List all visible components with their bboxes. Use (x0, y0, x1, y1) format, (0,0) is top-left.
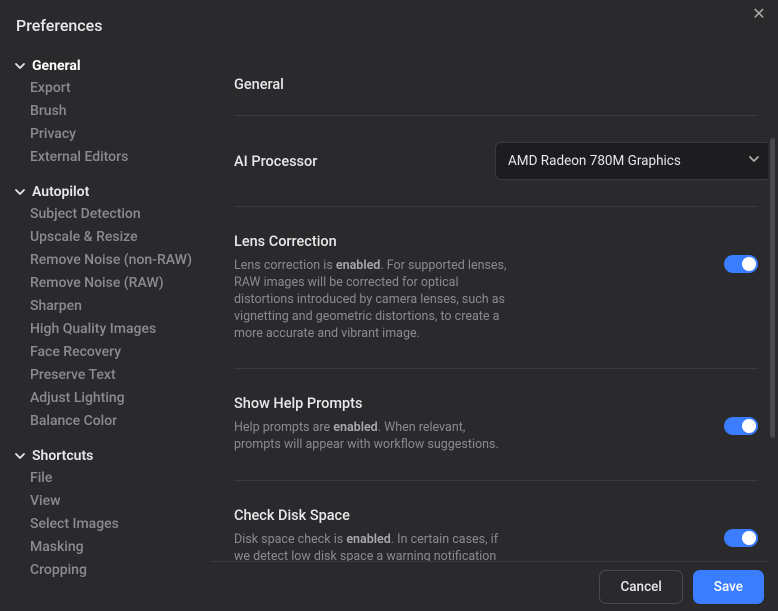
sidebar-group-shortcuts[interactable]: Shortcuts (14, 444, 210, 466)
row-show-help: Show Help Prompts Help prompts are enabl… (210, 369, 762, 480)
sidebar-item-remove-noise-raw[interactable]: Remove Noise (RAW) (30, 271, 210, 294)
chevron-down-icon (748, 153, 760, 169)
check-disk-toggle[interactable] (724, 529, 758, 547)
sidebar-item-high-quality-images[interactable]: High Quality Images (30, 317, 210, 340)
sidebar-item-balance-color[interactable]: Balance Color (30, 409, 210, 432)
sidebar-item-subject-detection[interactable]: Subject Detection (30, 202, 210, 225)
sidebar-group-label: General (32, 58, 81, 74)
show-help-label: Show Help Prompts (234, 395, 702, 412)
lens-correction-toggle[interactable] (724, 255, 758, 273)
sidebar: General Export Brush Privacy External Ed… (0, 54, 210, 611)
sidebar-item-privacy[interactable]: Privacy (30, 122, 210, 145)
sidebar-item-external-editors[interactable]: External Editors (30, 145, 210, 168)
page-title: General (210, 54, 762, 115)
ai-processor-value: AMD Radeon 780M Graphics (508, 153, 681, 169)
chevron-down-icon (14, 60, 26, 72)
scrollbar-thumb[interactable] (770, 138, 775, 438)
lens-correction-desc: Lens correction is enabled. For supporte… (234, 258, 514, 342)
show-help-desc: Help prompts are enabled. When relevant,… (234, 420, 514, 454)
sidebar-group-autopilot[interactable]: Autopilot (14, 180, 210, 202)
sidebar-item-select-images[interactable]: Select Images (30, 512, 210, 535)
sidebar-item-remove-noise-nonraw[interactable]: Remove Noise (non-RAW) (30, 248, 210, 271)
check-disk-label: Check Disk Space (234, 507, 702, 524)
row-ai-processor: AI Processor AMD Radeon 780M Graphics (210, 116, 762, 206)
sidebar-item-file[interactable]: File (30, 466, 210, 489)
sidebar-group-label: Autopilot (32, 184, 89, 200)
row-lens-correction: Lens Correction Lens correction is enabl… (210, 207, 762, 368)
scrollbar-track (769, 58, 775, 557)
ai-processor-select[interactable]: AMD Radeon 780M Graphics (495, 142, 768, 180)
row-check-disk: Check Disk Space Disk space check is ena… (210, 481, 762, 561)
cancel-button[interactable]: Cancel (599, 570, 682, 604)
window-title: Preferences (16, 16, 102, 35)
close-icon[interactable]: ✕ (750, 6, 768, 24)
ai-processor-label: AI Processor (234, 153, 479, 170)
sidebar-item-view[interactable]: View (30, 489, 210, 512)
main-panel: General AI Processor AMD Radeon 780M Gra… (210, 54, 768, 561)
save-button[interactable]: Save (693, 570, 764, 604)
show-help-toggle[interactable] (724, 417, 758, 435)
sidebar-item-sharpen[interactable]: Sharpen (30, 294, 210, 317)
sidebar-item-export[interactable]: Export (30, 76, 210, 99)
sidebar-item-adjust-lighting[interactable]: Adjust Lighting (30, 386, 210, 409)
sidebar-item-face-recovery[interactable]: Face Recovery (30, 340, 210, 363)
main-scroll[interactable]: General AI Processor AMD Radeon 780M Gra… (210, 54, 768, 561)
sidebar-item-brush[interactable]: Brush (30, 99, 210, 122)
sidebar-item-masking[interactable]: Masking (30, 535, 210, 558)
sidebar-group-general[interactable]: General (14, 54, 210, 76)
lens-correction-label: Lens Correction (234, 233, 702, 250)
check-disk-desc: Disk space check is enabled. In certain … (234, 532, 514, 561)
sidebar-item-upscale-resize[interactable]: Upscale & Resize (30, 225, 210, 248)
chevron-down-icon (14, 450, 26, 462)
sidebar-item-preserve-text[interactable]: Preserve Text (30, 363, 210, 386)
sidebar-item-cropping[interactable]: Cropping (30, 558, 210, 581)
sidebar-group-label: Shortcuts (32, 448, 93, 464)
footer: Cancel Save (210, 561, 768, 611)
chevron-down-icon (14, 186, 26, 198)
